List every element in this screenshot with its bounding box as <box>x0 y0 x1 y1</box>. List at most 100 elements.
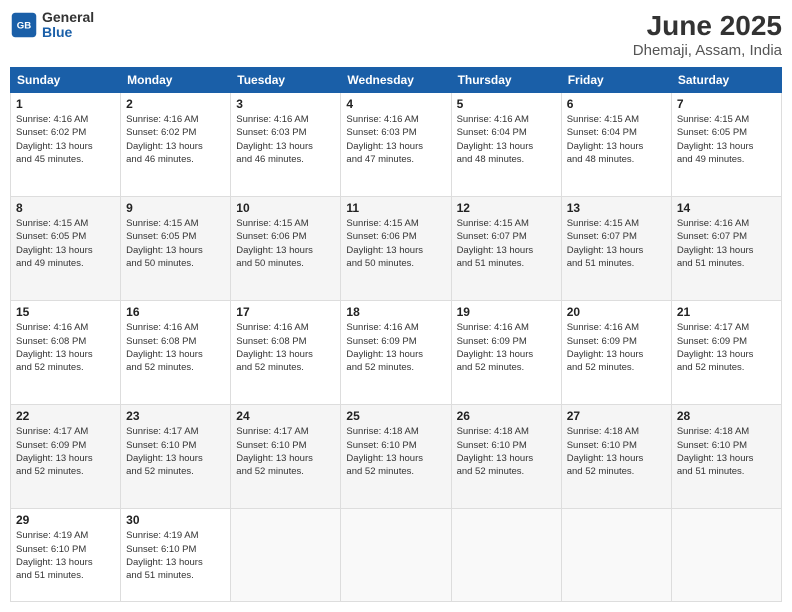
day-info: and 52 minutes. <box>457 465 556 478</box>
day-number: 19 <box>457 305 556 319</box>
day-info: Daylight: 13 hours <box>346 348 445 361</box>
col-friday: Friday <box>561 68 671 93</box>
table-row: 8Sunrise: 4:15 AMSunset: 6:05 PMDaylight… <box>11 197 121 301</box>
day-number: 15 <box>16 305 115 319</box>
svg-text:GB: GB <box>17 21 31 32</box>
day-number: 2 <box>126 97 225 111</box>
table-row <box>671 509 781 602</box>
day-number: 13 <box>567 201 666 215</box>
table-row: 7Sunrise: 4:15 AMSunset: 6:05 PMDaylight… <box>671 93 781 197</box>
day-info: and 50 minutes. <box>346 257 445 270</box>
table-row: 26Sunrise: 4:18 AMSunset: 6:10 PMDayligh… <box>451 405 561 509</box>
day-info: Daylight: 13 hours <box>16 244 115 257</box>
day-info: Sunrise: 4:16 AM <box>567 321 666 334</box>
day-info: and 52 minutes. <box>126 465 225 478</box>
day-info: Sunrise: 4:16 AM <box>457 321 556 334</box>
day-number: 6 <box>567 97 666 111</box>
day-info: Sunset: 6:04 PM <box>567 126 666 139</box>
table-row: 13Sunrise: 4:15 AMSunset: 6:07 PMDayligh… <box>561 197 671 301</box>
table-row <box>231 509 341 602</box>
table-row: 5Sunrise: 4:16 AMSunset: 6:04 PMDaylight… <box>451 93 561 197</box>
day-info: Sunrise: 4:18 AM <box>567 425 666 438</box>
day-info: Sunset: 6:10 PM <box>457 439 556 452</box>
day-info: Sunset: 6:03 PM <box>346 126 445 139</box>
day-info: and 50 minutes. <box>236 257 335 270</box>
table-row: 27Sunrise: 4:18 AMSunset: 6:10 PMDayligh… <box>561 405 671 509</box>
day-number: 4 <box>346 97 445 111</box>
day-info: Sunrise: 4:17 AM <box>677 321 776 334</box>
day-info: Sunrise: 4:16 AM <box>16 321 115 334</box>
day-info: and 46 minutes. <box>236 153 335 166</box>
logo: GB General Blue <box>10 10 94 41</box>
table-row: 22Sunrise: 4:17 AMSunset: 6:09 PMDayligh… <box>11 405 121 509</box>
day-info: and 52 minutes. <box>16 361 115 374</box>
day-info: and 45 minutes. <box>16 153 115 166</box>
day-info: Daylight: 13 hours <box>346 244 445 257</box>
day-info: Sunrise: 4:15 AM <box>567 113 666 126</box>
day-info: Daylight: 13 hours <box>236 140 335 153</box>
day-info: Sunrise: 4:15 AM <box>126 217 225 230</box>
day-info: Sunrise: 4:16 AM <box>346 113 445 126</box>
day-number: 14 <box>677 201 776 215</box>
day-info: Daylight: 13 hours <box>16 556 115 569</box>
table-row: 18Sunrise: 4:16 AMSunset: 6:09 PMDayligh… <box>341 301 451 405</box>
day-info: Sunset: 6:05 PM <box>126 230 225 243</box>
day-info: and 46 minutes. <box>126 153 225 166</box>
day-info: and 51 minutes. <box>567 257 666 270</box>
day-info: and 51 minutes. <box>126 569 225 582</box>
day-number: 22 <box>16 409 115 423</box>
day-info: Sunset: 6:09 PM <box>16 439 115 452</box>
col-thursday: Thursday <box>451 68 561 93</box>
day-info: Sunrise: 4:16 AM <box>236 321 335 334</box>
day-info: Daylight: 13 hours <box>126 140 225 153</box>
day-info: Daylight: 13 hours <box>677 348 776 361</box>
table-row: 20Sunrise: 4:16 AMSunset: 6:09 PMDayligh… <box>561 301 671 405</box>
day-info: Daylight: 13 hours <box>16 348 115 361</box>
table-row: 15Sunrise: 4:16 AMSunset: 6:08 PMDayligh… <box>11 301 121 405</box>
day-number: 5 <box>457 97 556 111</box>
day-info: Daylight: 13 hours <box>567 452 666 465</box>
day-info: Sunrise: 4:15 AM <box>457 217 556 230</box>
day-info: Daylight: 13 hours <box>677 140 776 153</box>
day-info: Daylight: 13 hours <box>457 244 556 257</box>
day-info: Sunrise: 4:16 AM <box>677 217 776 230</box>
day-info: and 51 minutes. <box>677 257 776 270</box>
day-info: Sunrise: 4:16 AM <box>126 321 225 334</box>
day-info: Sunset: 6:10 PM <box>126 439 225 452</box>
table-row: 24Sunrise: 4:17 AMSunset: 6:10 PMDayligh… <box>231 405 341 509</box>
day-info: Sunrise: 4:17 AM <box>126 425 225 438</box>
day-number: 30 <box>126 513 225 527</box>
day-info: Daylight: 13 hours <box>346 140 445 153</box>
day-info: Sunset: 6:04 PM <box>457 126 556 139</box>
col-sunday: Sunday <box>11 68 121 93</box>
day-info: Daylight: 13 hours <box>567 244 666 257</box>
table-row <box>451 509 561 602</box>
day-number: 23 <box>126 409 225 423</box>
day-number: 16 <box>126 305 225 319</box>
day-info: Sunset: 6:07 PM <box>567 230 666 243</box>
day-info: Sunrise: 4:19 AM <box>16 529 115 542</box>
day-info: and 52 minutes. <box>567 465 666 478</box>
day-info: Sunset: 6:06 PM <box>346 230 445 243</box>
day-info: and 48 minutes. <box>567 153 666 166</box>
day-number: 25 <box>346 409 445 423</box>
day-number: 21 <box>677 305 776 319</box>
day-info: Daylight: 13 hours <box>457 348 556 361</box>
table-row: 16Sunrise: 4:16 AMSunset: 6:08 PMDayligh… <box>121 301 231 405</box>
day-info: Sunrise: 4:15 AM <box>236 217 335 230</box>
day-info: Sunset: 6:09 PM <box>346 335 445 348</box>
day-number: 10 <box>236 201 335 215</box>
table-row: 28Sunrise: 4:18 AMSunset: 6:10 PMDayligh… <box>671 405 781 509</box>
logo-icon: GB <box>10 11 38 39</box>
day-info: Daylight: 13 hours <box>457 140 556 153</box>
table-row: 30Sunrise: 4:19 AMSunset: 6:10 PMDayligh… <box>121 509 231 602</box>
day-number: 20 <box>567 305 666 319</box>
day-info: Sunrise: 4:17 AM <box>16 425 115 438</box>
day-info: Sunset: 6:10 PM <box>16 543 115 556</box>
day-number: 9 <box>126 201 225 215</box>
day-info: and 51 minutes. <box>457 257 556 270</box>
day-info: Daylight: 13 hours <box>457 452 556 465</box>
header: GB General Blue June 2025 Dhemaji, Assam… <box>10 10 782 59</box>
day-info: Sunrise: 4:18 AM <box>346 425 445 438</box>
day-info: and 50 minutes. <box>126 257 225 270</box>
